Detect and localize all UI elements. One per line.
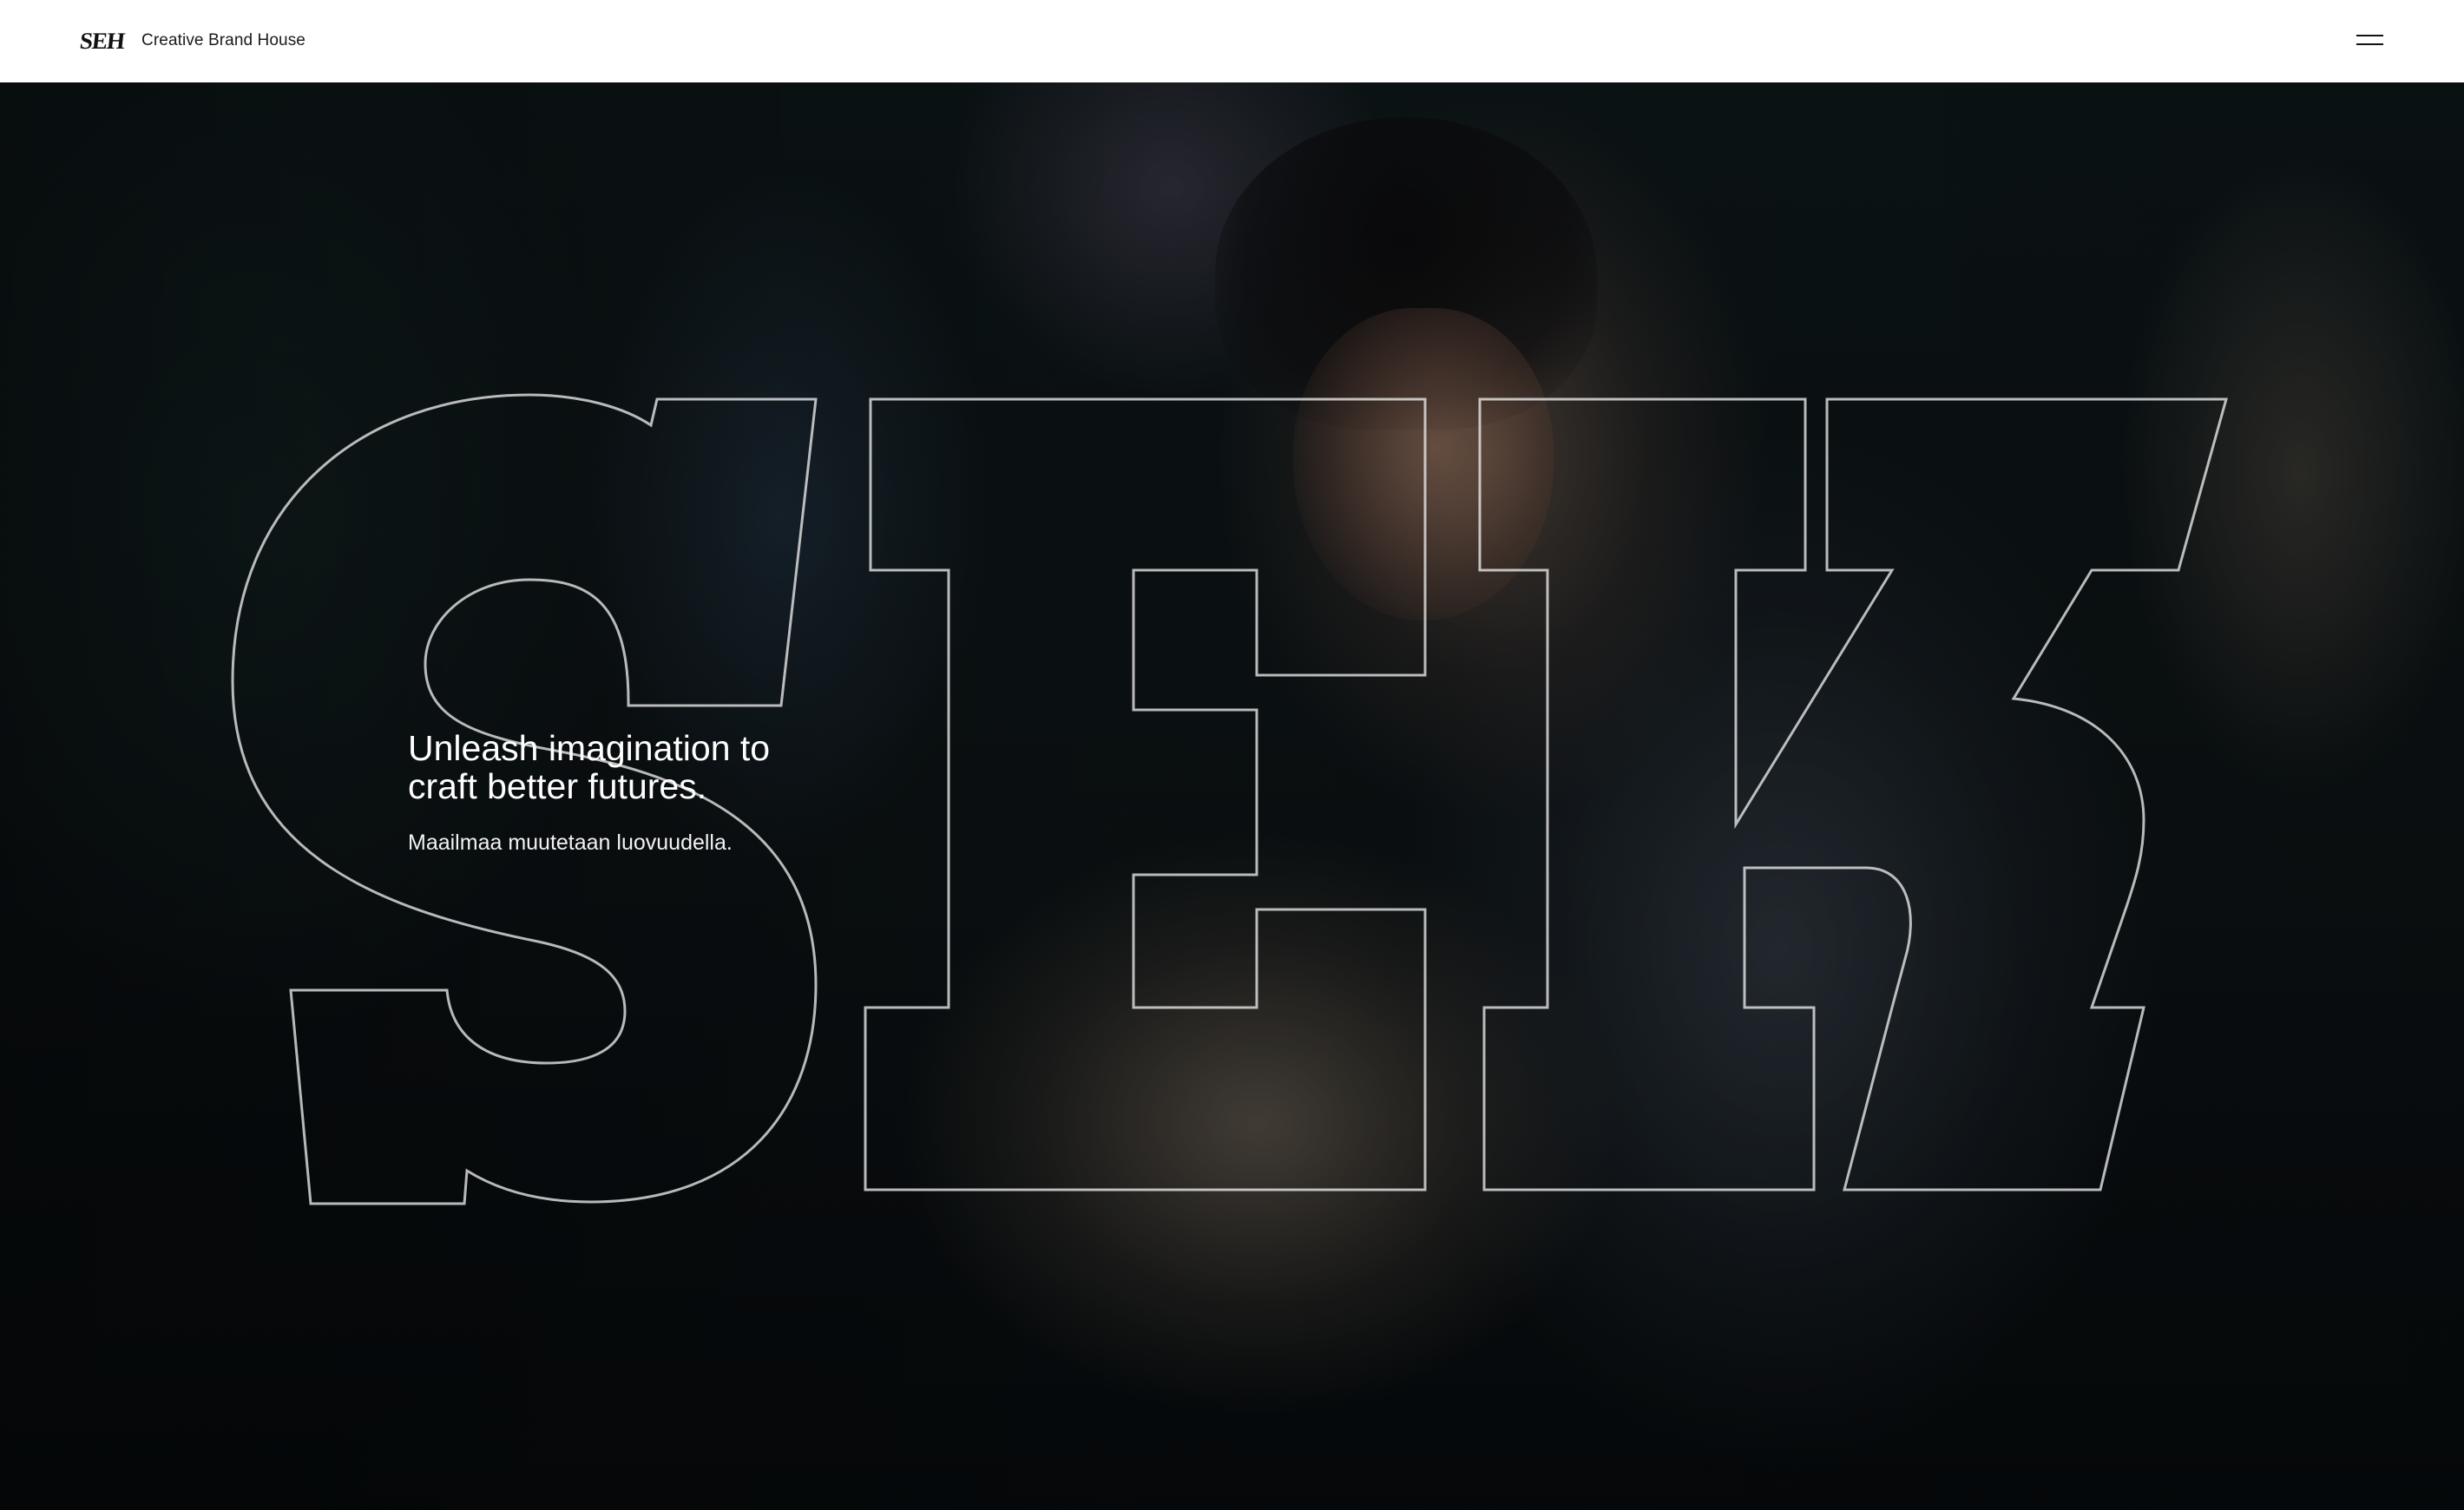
hero-copy: Unleash imagination to craft better futu… bbox=[408, 729, 894, 856]
outline-letter-h bbox=[1478, 397, 2228, 1192]
hero-headline: Unleash imagination to craft better futu… bbox=[408, 728, 771, 806]
hero-subline: Maailmaa muutetaan luovuudella. bbox=[408, 830, 733, 855]
hero-section: Unleash imagination to craft better futu… bbox=[0, 82, 2464, 1510]
seh-outline-logo bbox=[231, 393, 2228, 1205]
home-link[interactable]: SEH Creative Brand House bbox=[78, 26, 306, 56]
site-header: SEH Creative Brand House bbox=[0, 0, 2464, 82]
page: SEH Creative Brand House Unleash imagina… bbox=[0, 0, 2464, 1510]
menu-line-top bbox=[2356, 35, 2383, 36]
outline-letter-e bbox=[864, 397, 1427, 1192]
hamburger-menu-icon[interactable] bbox=[2356, 26, 2384, 54]
brand-logo: SEH bbox=[78, 27, 126, 54]
menu-line-bottom bbox=[2356, 43, 2383, 45]
brand-name: Creative Brand House bbox=[141, 31, 306, 49]
